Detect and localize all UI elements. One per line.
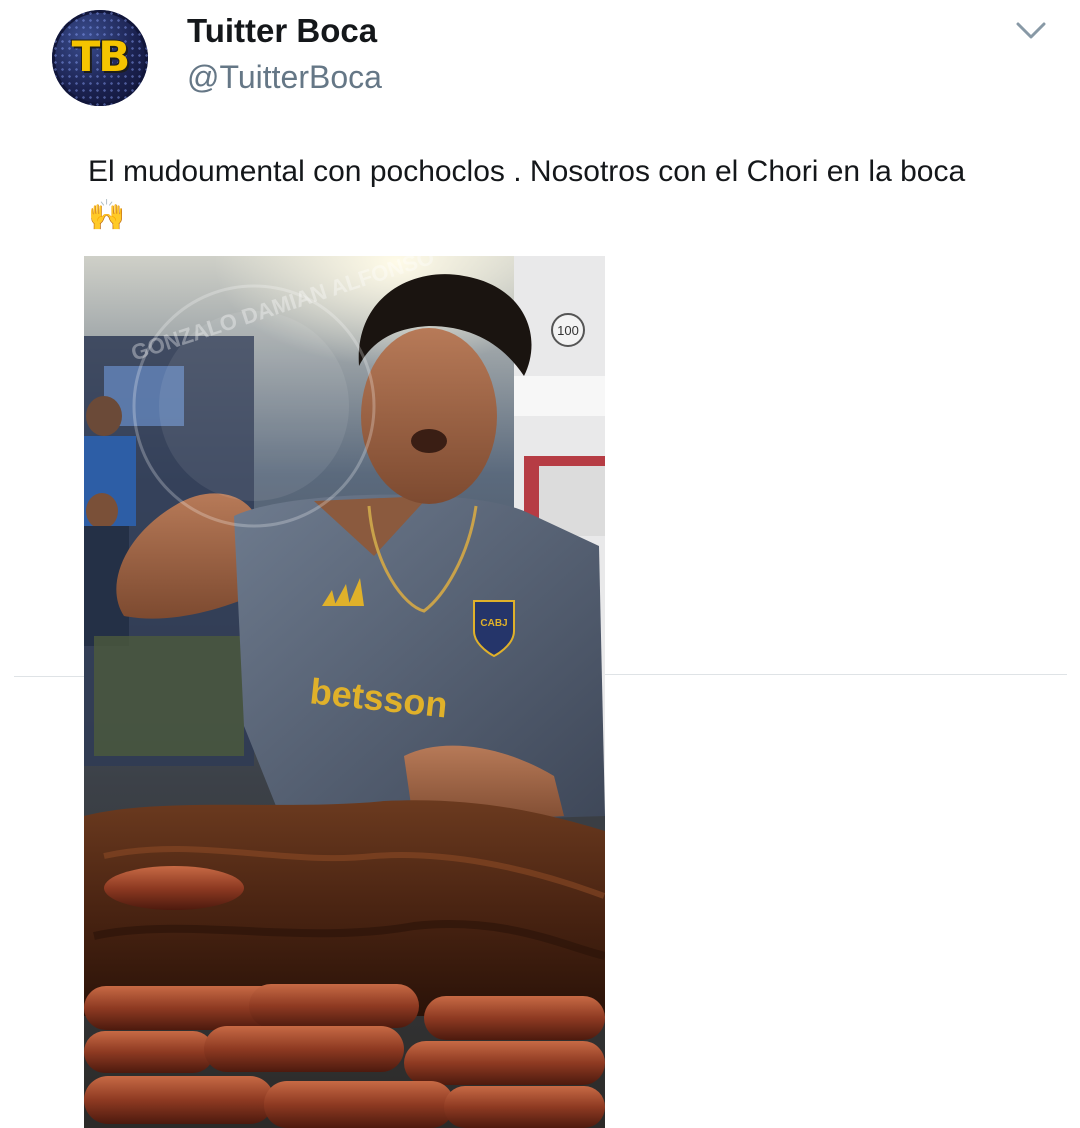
tweet-text: El mudoumental con pochoclos . Nosotros … [88, 155, 966, 232]
photo-illustration: 100 CABJ betsson GONZALO DAMIAN ALFONSO [84, 256, 605, 1128]
avatar[interactable]: TB [52, 10, 148, 106]
divider [14, 676, 84, 677]
tweet-media-photo[interactable]: 100 CABJ betsson GONZALO DAMIAN ALFONSO [84, 256, 605, 1128]
chevron-down-icon[interactable] [1012, 16, 1050, 46]
bus-number: 100 [557, 323, 579, 338]
avatar-logo-text: TB [71, 32, 131, 81]
author-handle[interactable]: @TuitterBoca [187, 58, 382, 96]
author-display-name[interactable]: Tuitter Boca [187, 11, 377, 51]
shirt-crest-text: CABJ [480, 618, 507, 629]
divider [605, 674, 1067, 675]
